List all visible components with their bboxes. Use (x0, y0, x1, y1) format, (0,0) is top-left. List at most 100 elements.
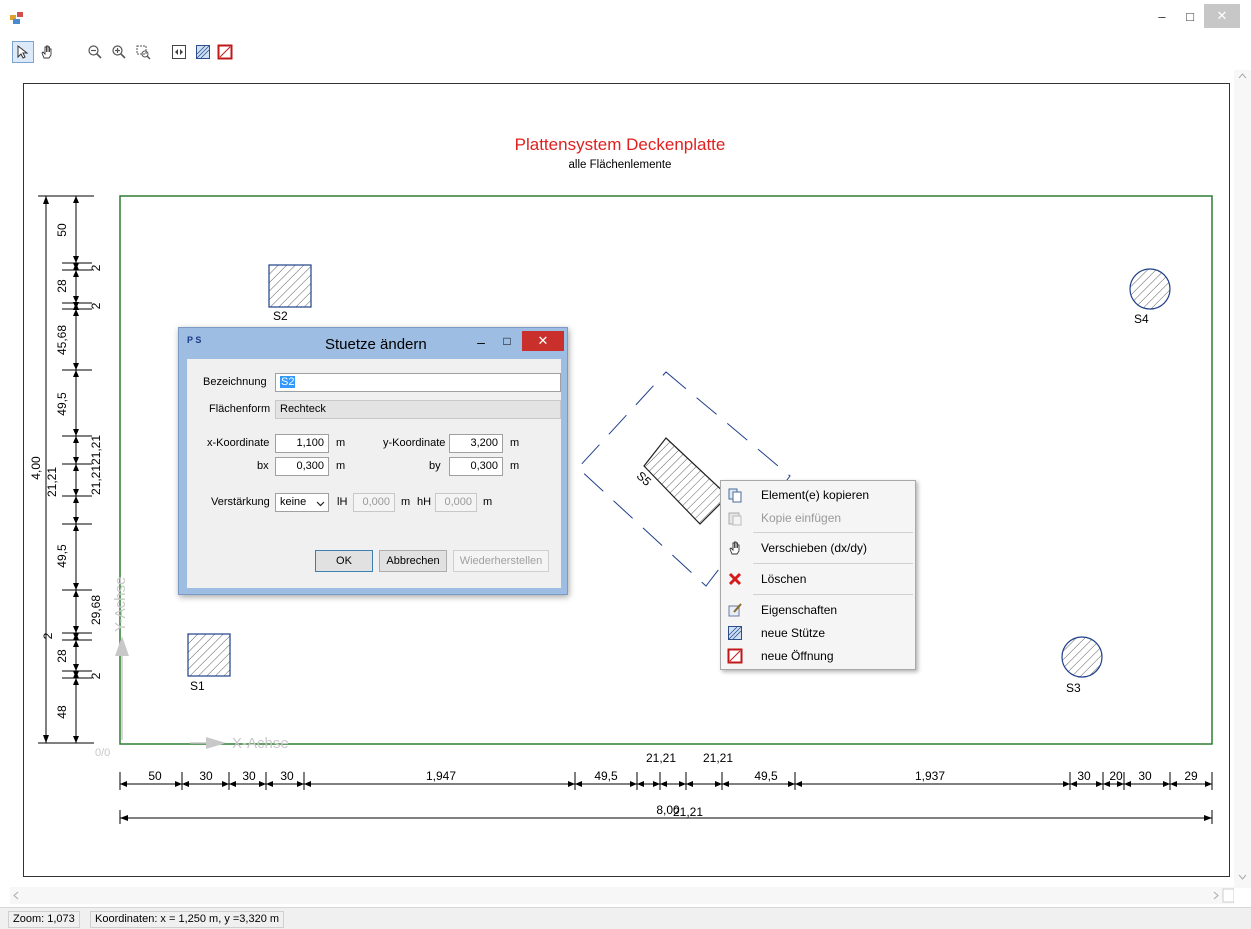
verstaerkung-select[interactable]: keine (275, 493, 329, 512)
cancel-button[interactable]: Abbrechen (379, 550, 447, 572)
dimension-label: 2 (89, 672, 103, 679)
y-axis-label: Y-Achse (112, 577, 129, 632)
x-axis-label: X-Achse (232, 735, 289, 752)
dimension-label: 21,21 (703, 751, 733, 765)
bezeichnung-input[interactable]: S2 (275, 373, 561, 392)
red-opening-icon (727, 648, 743, 664)
drawing-subtitle: alle Flächenlemente (569, 159, 672, 171)
dimension-arrow (73, 524, 79, 531)
bx-unit-label: m (336, 460, 346, 472)
menu-item-new-opening-label: neue Öffnung (761, 649, 834, 663)
dimension-arrow (73, 309, 79, 316)
dimension-label: 21,21 (646, 751, 676, 765)
ih-label: lH (337, 496, 348, 508)
dimension-arrow (120, 815, 128, 821)
y-coordinate-label: y-Koordinate (383, 437, 446, 449)
dialog-minimize-button[interactable]: – (471, 334, 491, 350)
dimension-label: 48 (55, 705, 69, 719)
x-unit-label: m (336, 437, 346, 449)
ok-button[interactable]: OK (315, 550, 373, 572)
by-input[interactable]: 0,300 (449, 457, 503, 476)
dimension-chain-bottom: 50 30 30 30 1,947 49,5 21,21 21,21 49,5 1,937 30 20… (119, 751, 1213, 824)
dimension-arrow (568, 781, 575, 787)
dimension-chain-left: 50228245,6849,521,2121,2149,529,68228248… (29, 195, 103, 744)
y-coordinate-input[interactable]: 3,200 (449, 434, 503, 453)
flaechenform-label: Flächenform (209, 403, 271, 415)
dimension-arrow (1063, 781, 1070, 787)
bezeichnung-label: Bezeichnung (203, 376, 267, 388)
hatched-square-icon (728, 626, 742, 640)
column-s4[interactable]: S4 (1129, 268, 1171, 326)
menu-item-delete-label: Löschen (761, 572, 807, 586)
dimension-arrow (43, 196, 49, 204)
coordinates-status: Koordinaten: x = 1,250 m, y =3,320 m (90, 911, 285, 928)
dimension-arrow (722, 781, 729, 787)
dimension-arrow (73, 736, 79, 743)
dimension-arrow (73, 496, 79, 503)
dimension-label: 29 (1184, 769, 1198, 783)
menu-item-properties[interactable]: Eigenschaften (723, 599, 913, 621)
dimension-arrow (73, 256, 79, 263)
dialog-maximize-button[interactable]: □ (497, 334, 517, 350)
column-s3[interactable]: S3 (1061, 636, 1103, 695)
dimension-arrow (73, 457, 79, 464)
dimension-arrow (182, 781, 189, 787)
dimension-arrow (1205, 781, 1212, 787)
hand-icon (729, 541, 740, 555)
dimension-arrow (715, 781, 722, 787)
dimension-label: 30 (242, 769, 256, 783)
app-logo-icon: P S (187, 335, 202, 345)
hh-label: hH (417, 496, 432, 508)
dimension-label: 49,5 (55, 544, 69, 568)
dimension-arrow (73, 626, 79, 633)
dimension-label: 1,947 (426, 769, 456, 783)
dimension-arrow (43, 735, 49, 743)
column-s2-label: S2 (273, 309, 288, 323)
dimension-arrow (297, 781, 304, 787)
dimension-arrow (637, 781, 644, 787)
dimension-label: 29,68 (89, 595, 103, 625)
dimension-arrow (1103, 781, 1110, 787)
by-label: by (429, 460, 441, 472)
dimension-arrow (73, 363, 79, 370)
dimension-arrow (1096, 781, 1103, 787)
menu-separator (753, 563, 913, 564)
menu-item-new-column[interactable]: neue Stütze (723, 622, 913, 644)
properties-icon (728, 603, 742, 617)
dimension-arrow (120, 781, 127, 787)
x-coordinate-label: x-Koordinate (207, 437, 270, 449)
edit-column-dialog: P S Stuetze ändern – □ ✕ Bezeichnung S2 … (178, 327, 568, 595)
menu-item-move[interactable]: Verschieben (dx/dy) (723, 537, 913, 559)
dimension-arrow (1170, 781, 1177, 787)
dimension-overlap-label: 21,21 (673, 805, 703, 819)
dimension-label: 21,21 (89, 465, 103, 495)
column-s1[interactable]: S1 (187, 633, 231, 693)
menu-item-delete[interactable]: Löschen (723, 568, 913, 590)
x-coordinate-input[interactable]: 1,100 (275, 434, 329, 453)
dimension-label: 49,5 (55, 392, 69, 416)
dimension-arrow (686, 781, 693, 787)
menu-item-new-opening[interactable]: neue Öffnung (723, 645, 913, 667)
bx-input[interactable]: 0,300 (275, 457, 329, 476)
dimension-arrow (1204, 815, 1212, 821)
dimension-label: 50 (55, 223, 69, 237)
dimension-label: 21,21 (89, 435, 103, 465)
hh-unit-label: m (483, 496, 493, 508)
menu-item-paste-label: Kopie einfügen (761, 511, 842, 525)
menu-item-paste: Kopie einfügen (723, 507, 913, 529)
dimension-overlap-label: 21,21 (45, 467, 59, 497)
column-s1-label: S1 (190, 679, 205, 693)
dimension-arrow (73, 640, 79, 647)
column-s4-label: S4 (1134, 312, 1149, 326)
dimension-arrow (73, 270, 79, 277)
dimension-arrow (73, 664, 79, 671)
dialog-title-bar[interactable]: P S Stuetze ändern – □ ✕ (179, 328, 567, 358)
ih-unit-label: m (401, 496, 411, 508)
dimension-arrow (73, 678, 79, 685)
dimension-label: 49,5 (754, 769, 778, 783)
menu-item-copy[interactable]: Element(e) kopieren (723, 484, 913, 506)
column-s2[interactable]: S2 (268, 264, 312, 323)
dimension-arrow (1124, 781, 1131, 787)
verstaerkung-value: keine (280, 496, 307, 508)
dialog-close-button[interactable]: ✕ (522, 331, 564, 351)
